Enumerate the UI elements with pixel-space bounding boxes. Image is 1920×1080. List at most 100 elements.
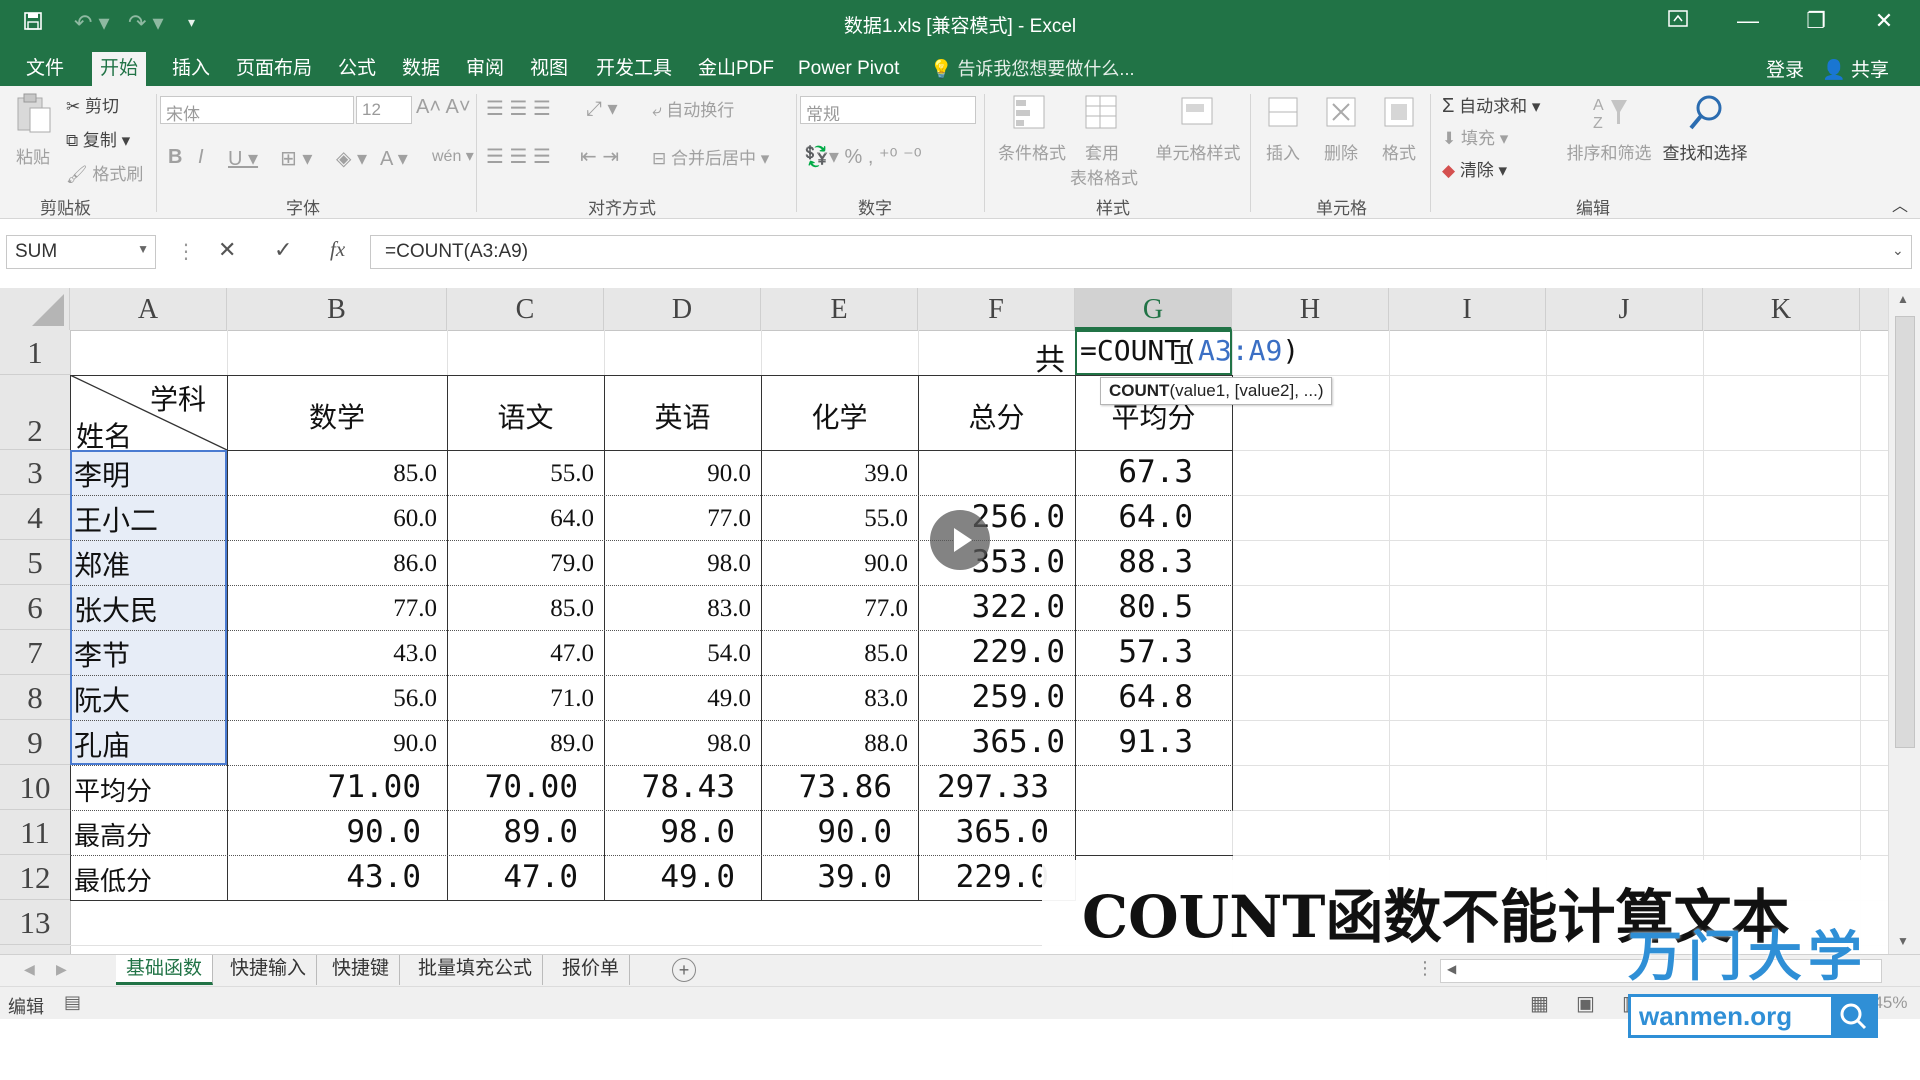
row-header-13[interactable]: 13 (0, 900, 70, 945)
cell-d12[interactable]: 49.0 (604, 859, 735, 895)
cell-f1[interactable]: 共 (1035, 335, 1065, 379)
cell-a12[interactable]: 最低分 (74, 861, 152, 898)
cut-button[interactable]: ✂ 剪切 (66, 92, 119, 117)
cell-f8[interactable]: 259.0 (918, 679, 1065, 715)
row-header-3[interactable]: 3 (0, 450, 70, 495)
cell-b8[interactable]: 56.0 (227, 685, 437, 713)
cell-g3[interactable]: 67.3 (1075, 454, 1193, 490)
cancel-icon[interactable]: ✕ (218, 237, 236, 263)
cell-f6[interactable]: 322.0 (918, 589, 1065, 625)
column-header-h[interactable]: H (1232, 288, 1389, 330)
column-header-e[interactable]: E (761, 288, 918, 330)
cell-g9[interactable]: 91.3 (1075, 724, 1193, 760)
cell-f9[interactable]: 365.0 (918, 724, 1065, 760)
cell-b4[interactable]: 60.0 (227, 505, 437, 533)
sign-in-link[interactable]: 登录 (1766, 55, 1804, 82)
cell-c12[interactable]: 47.0 (447, 859, 578, 895)
row-header-11[interactable]: 11 (0, 810, 70, 855)
indent-icons[interactable]: ⇤ ⇥ (580, 144, 619, 169)
row-header-10[interactable]: 10 (0, 765, 70, 810)
cell-b6[interactable]: 77.0 (227, 595, 437, 623)
cell-e7[interactable]: 85.0 (761, 640, 908, 668)
row-header-8[interactable]: 8 (0, 675, 70, 720)
clear-button[interactable]: ◆ 清除 ▾ (1442, 156, 1507, 181)
tab-developer[interactable]: 开发工具 (588, 55, 680, 86)
fill-color-icon[interactable]: ◈ ▾ (336, 146, 367, 171)
scroll-thumb[interactable] (1895, 316, 1915, 748)
cell-b7[interactable]: 43.0 (227, 640, 437, 668)
column-header-f[interactable]: F (918, 288, 1075, 330)
share-button[interactable]: 👤 共享 (1822, 55, 1889, 82)
cell-b12[interactable]: 43.0 (227, 859, 421, 895)
close-icon[interactable]: ✕ (1864, 8, 1904, 34)
column-header-g[interactable]: G (1075, 288, 1232, 330)
cell-g5[interactable]: 88.3 (1075, 544, 1193, 580)
tab-kingsoft-pdf[interactable]: 金山PDF (690, 55, 782, 86)
cell-c10[interactable]: 70.00 (447, 769, 578, 805)
tell-me-box[interactable]: 💡 告诉我您想要做什么... (930, 55, 1134, 81)
sheet-tab-shortcuts[interactable]: 快捷键 (322, 955, 401, 985)
cell-a3[interactable]: 李明 (74, 454, 130, 494)
insert-function-icon[interactable]: fx (330, 237, 345, 262)
collapse-ribbon-icon[interactable]: ︿ (1892, 192, 1908, 216)
cell-d10[interactable]: 78.43 (604, 769, 735, 805)
next-sheet-icon[interactable]: ▶ (56, 961, 67, 978)
autosum-button[interactable]: Σ 自动求和 ▾ (1442, 92, 1540, 118)
scroll-down-icon[interactable]: ▼ (1897, 934, 1909, 948)
cell-f7[interactable]: 229.0 (918, 634, 1065, 670)
cell-e8[interactable]: 83.0 (761, 685, 908, 713)
cell-e11[interactable]: 90.0 (761, 814, 892, 850)
cell-e3[interactable]: 39.0 (761, 460, 908, 488)
cell-g8[interactable]: 64.8 (1075, 679, 1193, 715)
sort-filter-button[interactable]: AZ 排序和筛选 (1562, 92, 1656, 164)
row-header-2[interactable]: 2 (0, 375, 70, 450)
tab-view[interactable]: 视图 (522, 55, 576, 86)
tab-review[interactable]: 审阅 (458, 55, 512, 86)
prev-sheet-icon[interactable]: ◀ (24, 961, 35, 978)
cell-b3[interactable]: 85.0 (227, 460, 437, 488)
row-header-1[interactable]: 1 (0, 330, 70, 375)
tab-data[interactable]: 数据 (394, 55, 448, 86)
row-header-12[interactable]: 12 (0, 855, 70, 900)
cell-a7[interactable]: 李节 (74, 634, 130, 674)
conditional-format-button[interactable]: 条件格式 (998, 92, 1066, 164)
sheet-tab-quick-input[interactable]: 快捷输入 (220, 955, 318, 985)
insert-cells-button[interactable]: 插入 (1258, 92, 1308, 164)
cell-e6[interactable]: 77.0 (761, 595, 908, 623)
merge-center-button[interactable]: ⊟ 合并后居中 ▾ (652, 144, 769, 169)
column-header-c[interactable]: C (447, 288, 604, 330)
cell-e5[interactable]: 90.0 (761, 550, 908, 578)
format-as-table-button[interactable]: 套用 表格格式 (1070, 92, 1138, 189)
vertical-align-icons[interactable]: ☰ ☰ ☰ (486, 96, 551, 121)
cell-a6[interactable]: 张大民 (74, 589, 158, 629)
find-select-button[interactable]: 查找和选择 (1658, 92, 1752, 164)
cell-c5[interactable]: 79.0 (447, 550, 594, 578)
tab-home[interactable]: 开始 (92, 52, 147, 86)
row-header-9[interactable]: 9 (0, 720, 70, 765)
cell-a5[interactable]: 郑准 (74, 544, 130, 584)
font-name-combo[interactable]: 宋体 (160, 96, 354, 124)
cell-b10[interactable]: 71.00 (227, 769, 421, 805)
cell-c7[interactable]: 47.0 (447, 640, 594, 668)
sheet-tab-quote[interactable]: 报价单 (552, 955, 631, 985)
cell-d6[interactable]: 83.0 (604, 595, 751, 623)
cell-f11[interactable]: 365.0 (918, 814, 1049, 850)
cell-c11[interactable]: 89.0 (447, 814, 578, 850)
cell-a8[interactable]: 阮大 (74, 679, 130, 719)
column-header-j[interactable]: J (1546, 288, 1703, 330)
cell-d11[interactable]: 98.0 (604, 814, 735, 850)
horizontal-align-icons[interactable]: ☰ ☰ ☰ (486, 144, 551, 169)
number-format-combo[interactable]: 常规 (800, 96, 976, 124)
scroll-up-icon[interactable]: ▲ (1897, 292, 1909, 306)
name-box[interactable]: SUM ▼ (6, 235, 156, 269)
phonetic-icon[interactable]: wén ▾ (432, 146, 474, 166)
cell-a11[interactable]: 最高分 (74, 816, 152, 853)
format-cells-button[interactable]: 格式 (1374, 92, 1424, 164)
font-size-combo[interactable]: 12 (356, 96, 412, 124)
wrap-text-button[interactable]: ⤶ 自动换行 (652, 96, 734, 121)
cell-d5[interactable]: 98.0 (604, 550, 751, 578)
column-header-b[interactable]: B (227, 288, 447, 330)
worksheet-grid[interactable]: 学科 姓名 共 =COUNT(A3:A9) Ꮖ 数学 语文 英语 化学 总分 平… (70, 330, 1888, 954)
fill-button[interactable]: ⬇ 填充 ▾ (1442, 124, 1508, 149)
cell-e4[interactable]: 55.0 (761, 505, 908, 533)
